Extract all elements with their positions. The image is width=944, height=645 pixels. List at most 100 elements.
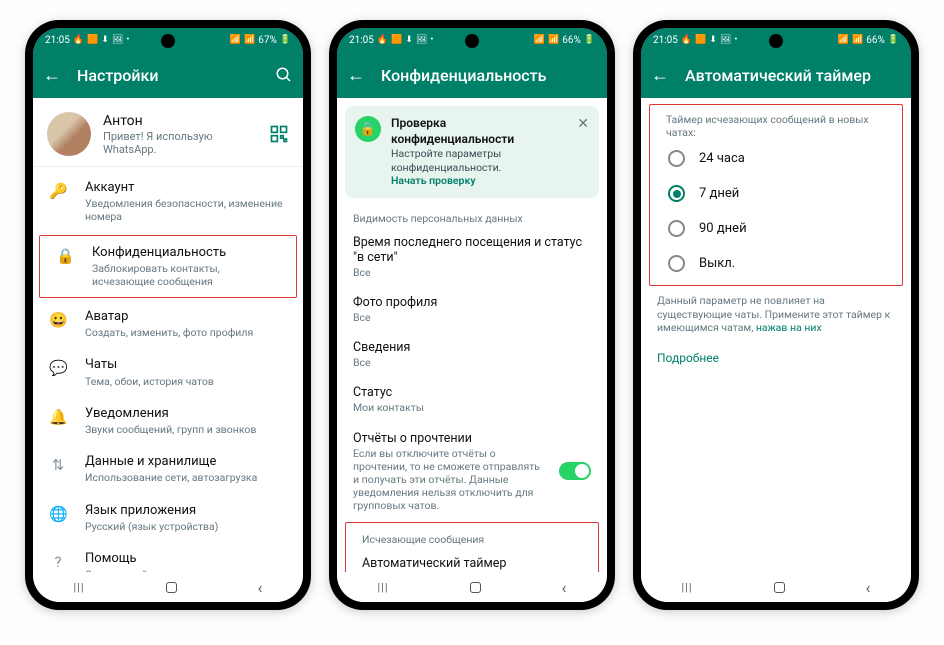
note-link[interactable]: нажав на них	[756, 321, 822, 334]
shield-icon: 🔒	[355, 116, 381, 142]
settings-item-privacy[interactable]: 🔒 Конфиденциальность Заблокировать конта…	[40, 236, 296, 298]
qr-icon[interactable]	[269, 124, 289, 144]
item-title: Язык приложения	[85, 503, 287, 519]
wifi-icon: 📶	[230, 35, 241, 45]
settings-item-language[interactable]: 🌐 Язык приложения Русский (язык устройст…	[33, 494, 303, 542]
back-icon[interactable]: ←	[347, 65, 365, 86]
settings-item-notifications[interactable]: 🔔 Уведомления Звуки сообщений, групп и з…	[33, 397, 303, 445]
more-icon: •	[430, 35, 433, 45]
status-battery: 66%	[866, 35, 885, 46]
globe-icon: 🌐	[49, 503, 67, 523]
settings-item-avatar[interactable]: 😀 Аватар Создать, изменить, фото профиля	[33, 300, 303, 348]
item-title: Чаты	[85, 357, 287, 373]
lock-icon: 🔒	[56, 245, 74, 265]
phone-settings: 21:05 🔥 🟧 ⬇ 🖼 • 📶 📶 67% 🔋 ← Настройки	[25, 20, 311, 610]
privacy-last-seen[interactable]: Время последнего посещения и статус "в с…	[337, 227, 607, 287]
back-icon[interactable]: ←	[651, 65, 669, 86]
item-title: Уведомления	[85, 406, 287, 422]
timer-option-2[interactable]: 90 дней	[650, 211, 902, 246]
profile-row[interactable]: Антон Привет! Я использую WhatsApp.	[33, 98, 303, 166]
settings-item-help[interactable]: ? Помощь Справочный центр, связь с нами,…	[33, 542, 303, 572]
settings-item-chats[interactable]: 💬 Чаты Тема, обои, история чатов	[33, 348, 303, 396]
nav-home[interactable]	[470, 582, 481, 593]
item-subtitle: Тема, обои, история чатов	[85, 375, 287, 388]
item-title: Данные и хранилище	[85, 454, 287, 470]
highlight-privacy: 🔒 Конфиденциальность Заблокировать конта…	[39, 235, 297, 299]
nav-recents[interactable]: |||	[378, 581, 389, 594]
radio-button[interactable]	[668, 255, 685, 272]
app-icon: 🟧	[87, 35, 98, 45]
settings-item-storage[interactable]: ⇅ Данные и хранилище Использование сети,…	[33, 445, 303, 493]
item-title: Конфиденциальность	[92, 245, 280, 261]
radio-button[interactable]	[668, 185, 685, 202]
close-icon[interactable]: ✕	[577, 116, 589, 132]
image-icon: 🖼	[416, 35, 427, 45]
status-battery: 67%	[258, 35, 277, 46]
banner-title: Проверка конфиденциальности	[391, 116, 567, 147]
section-visibility: Видимость персональных данных	[337, 206, 607, 227]
page-title: Конфиденциальность	[381, 66, 597, 85]
privacy-read-receipts[interactable]: Отчёты о прочтении Если вы отключите отч…	[337, 423, 607, 521]
back-icon[interactable]: ←	[43, 65, 61, 86]
nav-recents[interactable]: |||	[682, 581, 693, 594]
privacy-checkup-banner[interactable]: 🔒 Проверка конфиденциальности Настройте …	[345, 106, 599, 198]
nav-home[interactable]	[166, 582, 177, 593]
status-time: 21:05	[349, 35, 374, 46]
download-icon: ⬇	[709, 35, 717, 45]
timer-option-0[interactable]: 24 часа	[650, 141, 902, 176]
highlight-timer-options: Таймер исчезающих сообщений в новых чата…	[649, 104, 903, 286]
privacy-about[interactable]: Сведения Все	[337, 332, 607, 377]
nav-recents[interactable]: |||	[74, 581, 85, 594]
signal-icon: 📶	[244, 35, 255, 45]
item-subtitle: Звуки сообщений, групп и звонков	[85, 423, 287, 436]
privacy-status[interactable]: Статус Мои контакты	[337, 377, 607, 422]
learn-more-link[interactable]: Подробнее	[641, 341, 911, 375]
wifi-icon: 📶	[838, 35, 849, 45]
timer-option-3[interactable]: Выкл.	[650, 246, 902, 281]
item-subtitle: Если вы отключите отчёты о прочтении, то…	[353, 447, 543, 513]
read-receipts-toggle[interactable]	[559, 462, 591, 480]
item-subtitle: Создать, изменить, фото профиля	[85, 326, 287, 339]
radio-label: 24 часа	[699, 151, 745, 166]
wifi-icon: 📶	[534, 35, 545, 45]
item-title: Статус	[353, 385, 591, 400]
radio-button[interactable]	[668, 220, 685, 237]
signal-icon: 📶	[852, 35, 863, 45]
more-icon: •	[734, 35, 737, 45]
privacy-auto-timer[interactable]: Автоматический таймер сообщений Начинайт…	[346, 548, 598, 572]
item-value: Все	[353, 356, 591, 369]
item-title: Фото профиля	[353, 295, 591, 310]
nav-back[interactable]: ‹	[866, 578, 871, 597]
item-subtitle: Уведомления безопасности, изменение номе…	[85, 197, 287, 223]
profile-name: Антон	[103, 113, 257, 129]
item-title: Сведения	[353, 340, 591, 355]
timer-note: Данный параметр не повлияет на существую…	[641, 288, 911, 341]
status-time: 21:05	[653, 35, 678, 46]
nav-home[interactable]	[774, 582, 785, 593]
more-icon: •	[126, 35, 129, 45]
profile-status: Привет! Я использую WhatsApp.	[103, 130, 257, 156]
flame-icon: 🔥	[681, 35, 692, 45]
highlight-disappearing: Исчезающие сообщения Автоматический тайм…	[345, 522, 599, 572]
phone-timer: 21:05 🔥 🟧 ⬇ 🖼 • 📶 📶 66% 🔋 ← Автоматическ…	[633, 20, 919, 610]
page-title: Автоматический таймер	[685, 66, 901, 85]
settings-item-account[interactable]: 🔑 Аккаунт Уведомления безопасности, изме…	[33, 171, 303, 233]
app-bar: ← Настройки	[33, 52, 303, 98]
banner-link[interactable]: Начать проверку	[391, 174, 476, 187]
privacy-photo[interactable]: Фото профиля Все	[337, 287, 607, 332]
radio-button[interactable]	[668, 150, 685, 167]
signal-icon: 📶	[548, 35, 559, 45]
nav-back[interactable]: ‹	[562, 578, 567, 597]
app-icon: 🟧	[695, 35, 706, 45]
radio-label: Выкл.	[699, 256, 735, 271]
nav-back[interactable]: ‹	[258, 578, 263, 597]
divider	[33, 166, 303, 167]
timer-option-1[interactable]: 7 дней	[650, 176, 902, 211]
avatar	[47, 112, 91, 156]
radio-label: 7 дней	[699, 186, 739, 201]
flame-icon: 🔥	[73, 35, 84, 45]
item-subtitle: Заблокировать контакты, исчезающие сообщ…	[92, 262, 280, 288]
search-icon[interactable]	[275, 66, 293, 84]
key-icon: 🔑	[49, 180, 67, 200]
data-icon: ⇅	[49, 454, 67, 474]
